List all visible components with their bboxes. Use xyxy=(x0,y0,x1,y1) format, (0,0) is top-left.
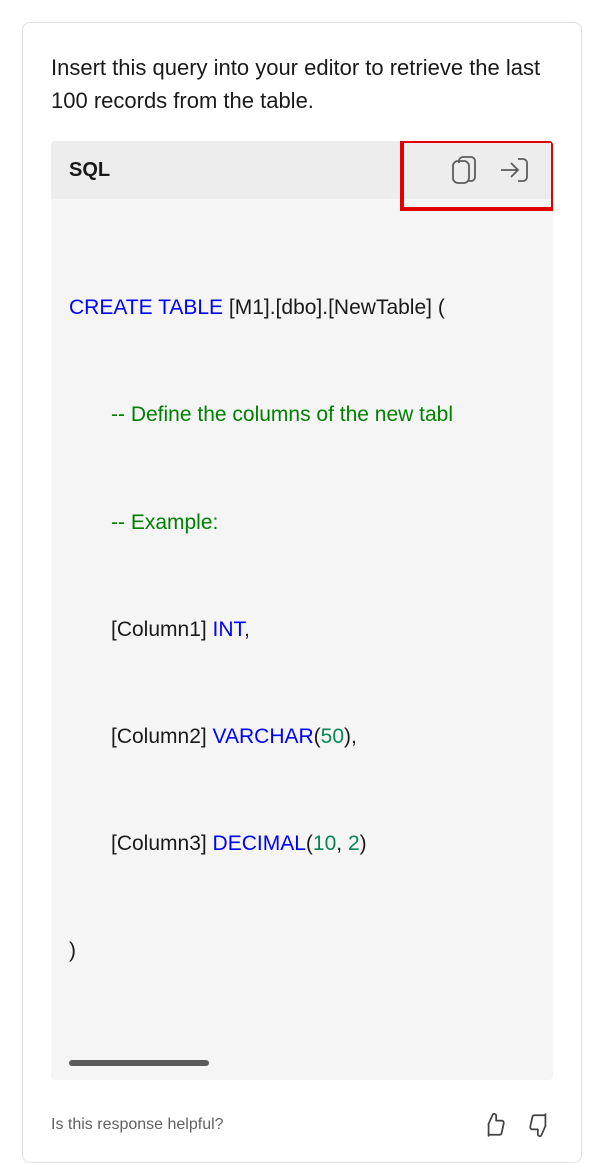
code-line: [Column3] DECIMAL(10, 2) xyxy=(69,826,535,862)
thumbs-up-icon[interactable] xyxy=(481,1112,507,1138)
code-line: ) xyxy=(69,933,535,969)
code-language-label: SQL xyxy=(69,159,110,182)
insert-icon[interactable] xyxy=(499,156,529,184)
feedback-icons xyxy=(481,1112,553,1138)
response-card: Insert this query into your editor to re… xyxy=(22,22,582,1163)
feedback-row: Is this response helpful? xyxy=(51,1112,553,1138)
code-actions xyxy=(451,155,535,185)
scrollbar-thumb[interactable] xyxy=(69,1060,209,1066)
code-line: [Column2] VARCHAR(50), xyxy=(69,719,535,755)
feedback-prompt: Is this response helpful? xyxy=(51,1116,224,1134)
copy-icon[interactable] xyxy=(451,155,477,185)
code-block: SQL CREATE TABLE xyxy=(51,141,553,1080)
thumbs-down-icon[interactable] xyxy=(527,1112,553,1138)
code-line: -- Example: xyxy=(69,505,535,541)
code-line: -- Define the columns of the new tabl xyxy=(69,397,535,433)
code-body: CREATE TABLE [M1].[dbo].[NewTable] ( -- … xyxy=(51,199,553,1050)
intro-text: Insert this query into your editor to re… xyxy=(51,51,553,117)
horizontal-scrollbar[interactable] xyxy=(69,1060,535,1066)
code-line: [Column1] INT, xyxy=(69,612,535,648)
code-line: CREATE TABLE [M1].[dbo].[NewTable] ( xyxy=(69,290,535,326)
code-header: SQL xyxy=(51,141,553,199)
